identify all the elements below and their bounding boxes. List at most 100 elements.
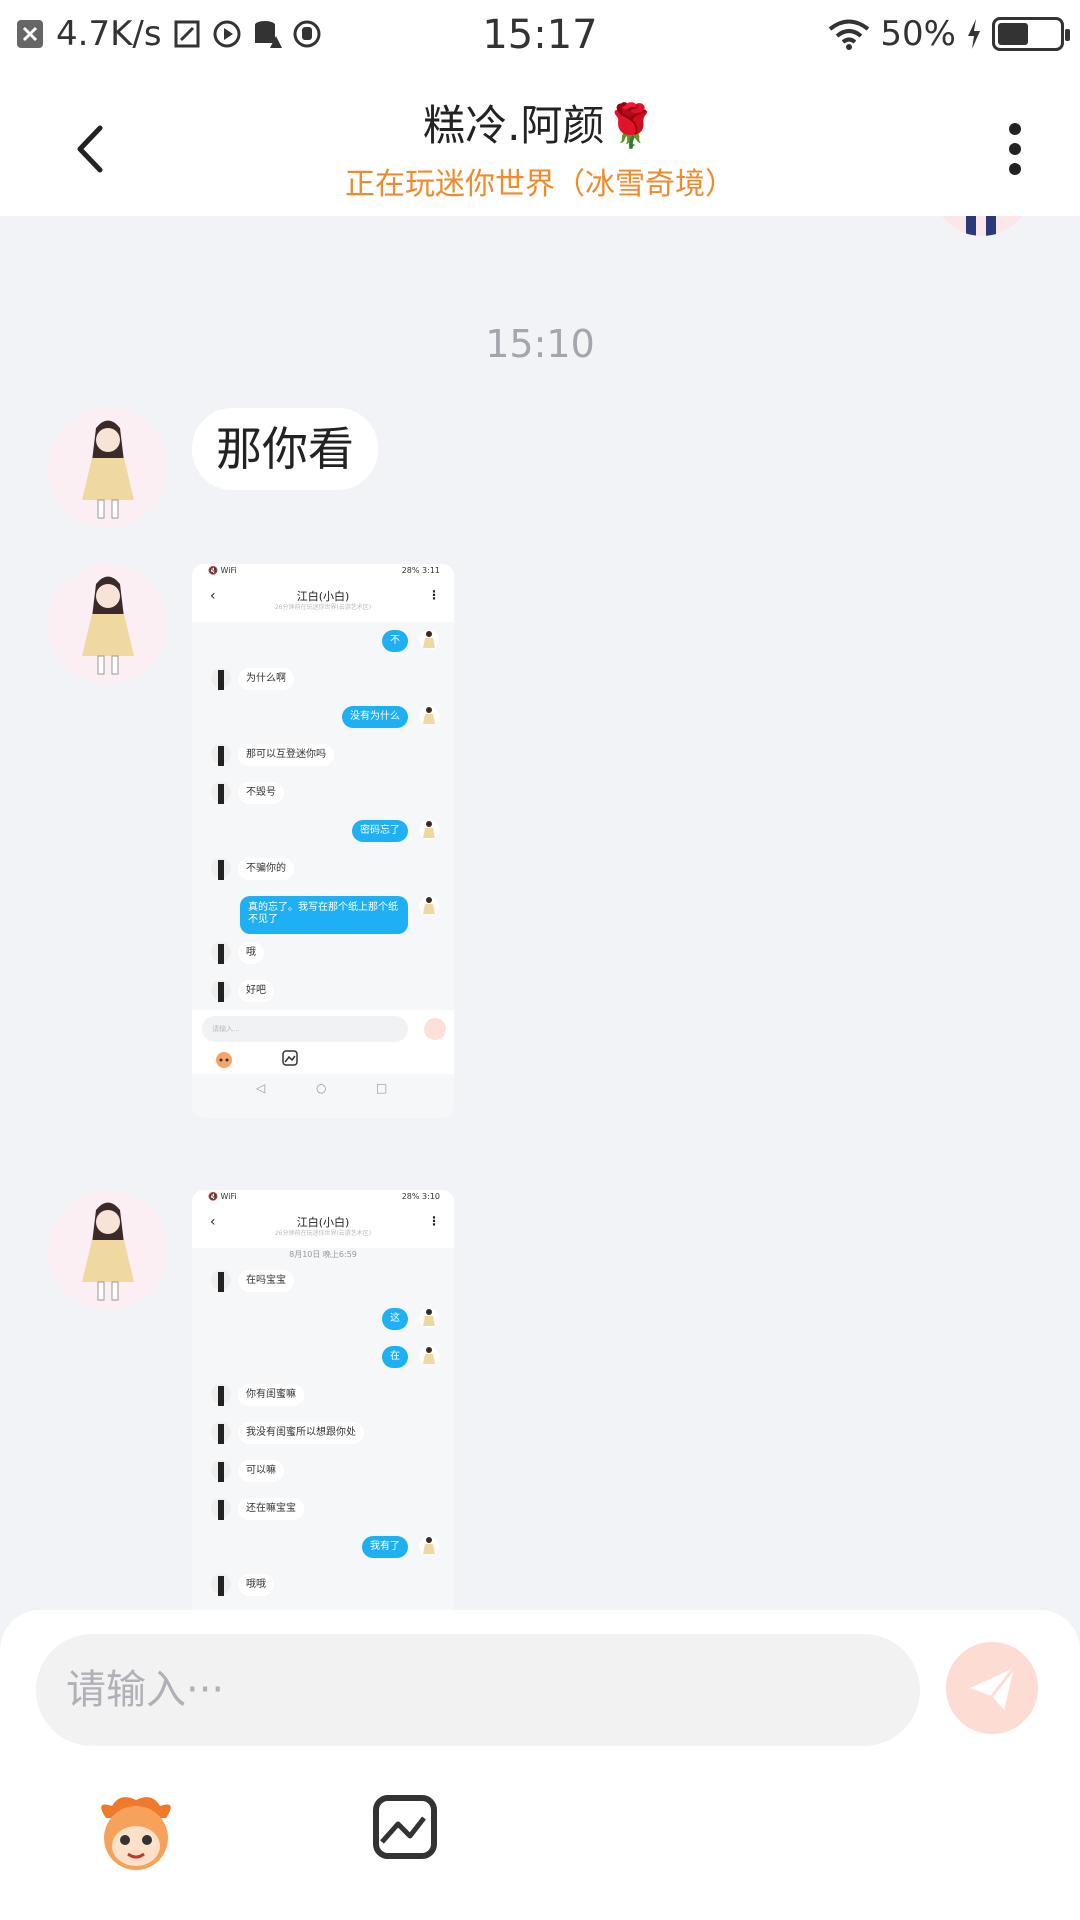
shot-message-bubble: 哦 (238, 942, 264, 964)
contact-mini-avatar-icon (211, 1384, 231, 1406)
contact-avatar[interactable] (48, 408, 168, 528)
shot-message-row: 在 (192, 1338, 454, 1376)
own-mini-avatar-icon (419, 1308, 439, 1328)
shot-message-row: 哦 (192, 934, 454, 972)
image-message-screenshot-2[interactable]: 🔇 WiFi 28% 3:10 ‹ 江白(小白) 26分钟前在玩迷你世界(云游艺… (192, 1190, 454, 1610)
shot-message-row: 这 (192, 1300, 454, 1338)
shot-message-row: 我没有闺蜜所以想跟你处 (192, 1414, 454, 1452)
shot-message-row: 你有闺蜜嘛 (192, 1376, 454, 1414)
contact-avatar[interactable] (48, 564, 168, 684)
battery-icon (992, 17, 1070, 51)
status-bar: 4.7K/s 15:17 50% (0, 0, 1080, 76)
composer: 请输入··· (0, 1610, 1080, 1920)
contact-mini-avatar-icon (211, 980, 231, 1002)
shot-message-row: 密码忘了 (192, 812, 454, 850)
shot-image-icon (282, 1050, 298, 1066)
shot-message-row: 不毁号 (192, 774, 454, 812)
shot-message-bubble: 我有了 (362, 1536, 408, 1558)
charging-icon (968, 19, 980, 49)
own-mini-avatar-icon (419, 820, 439, 840)
contact-mini-avatar-icon (211, 1270, 231, 1292)
shot-message-bubble: 你有闺蜜嘛 (238, 1384, 304, 1406)
shot-nav-home-icon: ○ (316, 1081, 327, 1095)
battery-level (998, 23, 1028, 45)
shot-message-row: 还在嘛宝宝 (192, 1490, 454, 1528)
shot-message-row: 不骗你的 (192, 850, 454, 888)
contact-mini-avatar-icon (211, 1460, 231, 1482)
shot-message-bubble: 在吗宝宝 (238, 1270, 294, 1292)
shot-send-icon (424, 1018, 446, 1040)
shot-message-bubble: 这 (382, 1308, 408, 1330)
shot-message-row: 哦哦 (192, 1566, 454, 1604)
shot-message-bubble: 不骗你的 (238, 858, 294, 880)
shot-message-bubble: 可以嘛 (238, 1460, 284, 1482)
shot-message-bubble: 哦哦 (238, 1574, 274, 1596)
contact-mini-avatar-icon (211, 744, 231, 766)
own-mini-avatar-icon (419, 1346, 439, 1366)
contact-mini-avatar-icon (211, 1422, 231, 1444)
shot-header: 🔇 WiFi 28% 3:10 ‹ 江白(小白) 26分钟前在玩迷你世界(云游艺… (192, 1190, 454, 1248)
battery-percent: 50% (880, 14, 956, 54)
contact-mini-avatar-icon (211, 858, 231, 880)
shot-message-list: 不为什么啊没有为什么那可以互登迷你吗不毁号密码忘了不骗你的真的忘了。我写在那个纸… (192, 622, 454, 1010)
contact-status: 正在玩迷你世界（冰雪奇境） (345, 167, 735, 202)
shot-message-list: 在吗宝宝这在你有闺蜜嘛我没有闺蜜所以想跟你处可以嘛还在嘛宝宝我有了哦哦 (192, 1262, 454, 1604)
shot-message-bubble: 好吧 (238, 980, 274, 1002)
shot-message-row: 好吧 (192, 972, 454, 1010)
girl-character-icon (82, 1202, 134, 1301)
shot-message-bubble: 不 (382, 630, 408, 652)
send-button[interactable] (946, 1642, 1038, 1734)
chat-screen: 4.7K/s 15:17 50% 糕冷.阿颜🌹 正在玩迷你世界（冰雪奇境） 15… (0, 0, 1080, 1920)
shot-status-left: 🔇 WiFi (208, 566, 237, 575)
chat-header: 糕冷.阿颜🌹 正在玩迷你世界（冰雪奇境） (0, 76, 1080, 216)
shot-message-bubble: 还在嘛宝宝 (238, 1498, 304, 1520)
own-mini-avatar-icon (419, 630, 439, 650)
status-right: 50% (828, 14, 1070, 54)
message-timestamp: 15:10 (485, 322, 595, 366)
contact-mini-avatar-icon (211, 942, 231, 964)
own-mini-avatar-icon (419, 706, 439, 726)
shot-message-bubble: 在 (382, 1346, 408, 1368)
shot-message-row: 不 (192, 622, 454, 660)
text-message-bubble[interactable]: 那你看 (192, 408, 378, 490)
shot-message-bubble: 不毁号 (238, 782, 284, 804)
title-block: 糕冷.阿颜🌹 正在玩迷你世界（冰雪奇境） (0, 92, 1080, 203)
shot-message-row: 为什么啊 (192, 660, 454, 698)
shot-input-field: 请输入... (202, 1016, 408, 1042)
shot-subtitle: 26分钟前在玩迷你世界(云游艺术区) (274, 604, 372, 611)
own-avatar[interactable] (932, 216, 1032, 236)
shot-status-right: 28% 3:10 (401, 1192, 440, 1201)
girl-character-icon (82, 576, 134, 675)
shot-message-bubble: 真的忘了。我写在那个纸上那个纸不见了 (240, 896, 408, 934)
shot-message-bubble: 密码忘了 (352, 820, 408, 842)
shot-message-row: 真的忘了。我写在那个纸上那个纸不见了 (192, 888, 454, 934)
own-mini-avatar-icon (419, 1536, 439, 1556)
emoji-button[interactable] (90, 1790, 182, 1874)
shot-emoji-icon (216, 1052, 232, 1068)
shot-message-bubble: 为什么啊 (238, 668, 294, 690)
contact-mini-avatar-icon (211, 782, 231, 804)
shot-more-icon: ⋮ (428, 1214, 440, 1228)
shot-nav-back-icon: ◁ (256, 1081, 266, 1095)
shot-status-right: 28% 3:11 (401, 566, 440, 575)
image-message-screenshot-1[interactable]: 🔇 WiFi 28% 3:11 ‹ 江白(小白) 26分钟前在玩迷你世界(云游艺… (192, 564, 454, 1118)
shot-message-row: 没有为什么 (192, 698, 454, 736)
shot-input-bar: 请输入... (192, 1010, 454, 1074)
shot-nav-recent-icon: □ (376, 1081, 388, 1095)
image-button[interactable] (372, 1794, 438, 1860)
shot-message-row: 我有了 (192, 1528, 454, 1566)
shot-status-left: 🔇 WiFi (208, 1192, 237, 1201)
more-options-button[interactable] (1000, 114, 1030, 184)
contact-avatar[interactable] (48, 1190, 168, 1310)
contact-mini-avatar-icon (211, 1498, 231, 1520)
shot-nav-bar: ◁ ○ □ (192, 1074, 454, 1106)
shot-message-row: 可以嘛 (192, 1452, 454, 1490)
shot-subtitle: 26分钟前在玩迷你世界(云游艺术区) (274, 1230, 372, 1237)
contact-mini-avatar-icon (211, 668, 231, 690)
contact-mini-avatar-icon (211, 1574, 231, 1596)
shot-header: 🔇 WiFi 28% 3:11 ‹ 江白(小白) 26分钟前在玩迷你世界(云游艺… (192, 564, 454, 622)
shot-message-row: 那可以互登迷你吗 (192, 736, 454, 774)
message-input[interactable]: 请输入··· (36, 1634, 920, 1746)
shot-message-bubble: 没有为什么 (342, 706, 408, 728)
message-list[interactable]: 15:10 那你看 🔇 WiFi 28% 3:11 ‹ 江白(小白) 26分钟前… (0, 216, 1080, 1610)
